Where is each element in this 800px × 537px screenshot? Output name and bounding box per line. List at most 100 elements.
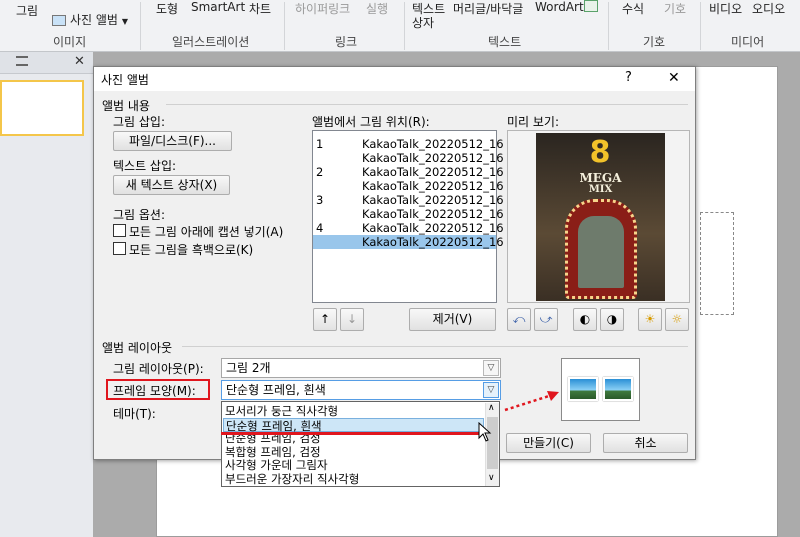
contrast-down-icon: ◑ bbox=[606, 312, 618, 326]
move-down-button[interactable]: ↓ bbox=[340, 308, 364, 331]
caption-checkbox[interactable] bbox=[113, 224, 126, 237]
remove-button[interactable]: 제거(V) bbox=[409, 308, 496, 331]
brightness-up-button[interactable]: ☀ bbox=[638, 308, 662, 331]
album-item-number: 1 bbox=[316, 137, 324, 151]
photo-menu-panel bbox=[578, 216, 624, 288]
frame-option[interactable]: 복합형 프레임, 검정 bbox=[223, 445, 484, 459]
audio-button[interactable]: 오디오 bbox=[752, 0, 785, 17]
group-text: 텍스트 bbox=[488, 35, 522, 49]
photo-sign-text: MEGA bbox=[579, 171, 622, 185]
scroll-down-icon[interactable]: ∨ bbox=[488, 473, 495, 483]
album-content-heading: 앨범 내용 bbox=[102, 99, 150, 113]
symbol-button[interactable]: 기호 bbox=[664, 0, 686, 17]
black-white-checkbox-label: 모든 그림을 흑백으로(K) bbox=[129, 243, 254, 257]
album-list-item[interactable]: KakaoTalk_20220512_16 bbox=[313, 207, 504, 221]
album-list-item[interactable]: 3 KakaoTalk_20220512_16 bbox=[313, 193, 504, 207]
scroll-up-icon[interactable]: ∧ bbox=[488, 403, 495, 413]
group-media: 미디어 bbox=[731, 35, 765, 49]
file-disk-button[interactable]: 파일/디스크(F)... bbox=[113, 131, 232, 151]
picture-options-label: 그림 옵션: bbox=[113, 208, 166, 222]
equation-button[interactable]: 수식 bbox=[622, 0, 644, 17]
action-button[interactable]: 실행 bbox=[366, 0, 388, 17]
wordart-button[interactable]: WordArt bbox=[535, 0, 584, 14]
hyperlink-button[interactable]: 하이퍼링크 bbox=[295, 0, 350, 17]
album-item-filename: KakaoTalk_20220512_16 bbox=[362, 137, 504, 151]
arrow-up-icon: ↑ bbox=[319, 312, 331, 326]
insert-text-label: 텍스트 삽입: bbox=[113, 159, 177, 173]
ribbon: 그림 사진 앨범 ▼ 이미지 도형 SmartArt 차트 일러스트레이션 하이… bbox=[0, 0, 800, 52]
album-item-filename: KakaoTalk_20220512_16 bbox=[362, 235, 504, 249]
brightness-down-button[interactable]: ☼ bbox=[665, 308, 689, 331]
group-links: 링크 bbox=[335, 35, 358, 49]
album-item-filename: KakaoTalk_20220512_16 bbox=[362, 221, 504, 235]
album-item-number: 2 bbox=[316, 165, 324, 179]
picture-layout-value: 그림 2개 bbox=[226, 361, 271, 375]
frame-shape-dropdown[interactable]: 모서리가 둥근 직사각형 단순형 프레임, 흰색 단순형 프레임, 검정 복합형 프레… bbox=[221, 401, 500, 487]
new-textbox-button[interactable]: 새 텍스트 상자(X) bbox=[113, 175, 230, 195]
mouse-cursor-icon bbox=[478, 422, 492, 442]
cancel-button[interactable]: 취소 bbox=[603, 433, 688, 453]
divider bbox=[608, 2, 609, 50]
chart-button[interactable]: 차트 bbox=[249, 0, 271, 17]
frame-shape-label: 프레임 모양(M): bbox=[113, 384, 196, 398]
brightness-down-icon: ☼ bbox=[671, 312, 683, 326]
close-button[interactable]: ✕ bbox=[668, 70, 680, 86]
close-icon[interactable]: ✕ bbox=[74, 54, 85, 69]
caption-checkbox-label: 모든 그림 아래에 캡션 넣기(A) bbox=[129, 225, 284, 239]
frame-option[interactable]: 사각형 가운데 그림자 bbox=[223, 458, 484, 472]
group-illustrations: 일러스트레이션 bbox=[172, 35, 250, 49]
album-item-number: 3 bbox=[316, 193, 324, 207]
outline-tab-icon[interactable] bbox=[16, 56, 28, 66]
photo-album-button[interactable]: 사진 앨범 ▼ bbox=[52, 11, 128, 28]
photo-sign-text2: MIX bbox=[588, 184, 613, 195]
divider bbox=[284, 2, 285, 50]
divider bbox=[166, 104, 688, 105]
album-list-item[interactable]: 2 KakaoTalk_20220512_16 bbox=[313, 165, 504, 179]
album-list-item[interactable]: KakaoTalk_20220512_16 bbox=[313, 235, 504, 249]
picture-layout-select[interactable]: 그림 2개 ▽ bbox=[221, 358, 501, 378]
album-item-filename: KakaoTalk_20220512_16 bbox=[362, 151, 504, 165]
object-icon[interactable] bbox=[584, 0, 598, 12]
album-list-item[interactable]: KakaoTalk_20220512_16 bbox=[313, 179, 504, 193]
album-layout-heading: 앨범 레이아웃 bbox=[102, 341, 173, 355]
video-button[interactable]: 비디오 bbox=[709, 0, 742, 17]
layout-preview-picture bbox=[568, 377, 598, 401]
brightness-up-icon: ☀ bbox=[644, 312, 656, 326]
album-list-label: 앨범에서 그림 위치(R): bbox=[312, 115, 430, 129]
album-item-filename: KakaoTalk_20220512_16 bbox=[362, 179, 504, 193]
album-picture-list[interactable]: 1 KakaoTalk_20220512_16 KakaoTalk_20220512… bbox=[312, 130, 504, 303]
shapes-button[interactable]: 도형 bbox=[156, 0, 178, 17]
photo-album-icon bbox=[52, 15, 66, 26]
placeholder-outline bbox=[700, 212, 734, 315]
smartart-button[interactable]: SmartArt bbox=[191, 0, 245, 14]
move-up-button[interactable]: ↑ bbox=[313, 308, 337, 331]
highlight-underline bbox=[221, 416, 483, 435]
frame-option[interactable]: 부드러운 가장자리 직사각형 bbox=[223, 472, 484, 486]
preview-label: 미리 보기: bbox=[507, 115, 560, 129]
contrast-up-button[interactable]: ◐ bbox=[573, 308, 597, 331]
frame-shape-select[interactable]: 단순형 프레임, 흰색 ▽ bbox=[221, 380, 501, 400]
album-item-filename: KakaoTalk_20220512_16 bbox=[362, 165, 504, 179]
dropdown-scrollbar[interactable]: ∧ ∨ bbox=[485, 403, 499, 486]
contrast-down-button[interactable]: ◑ bbox=[600, 308, 624, 331]
contrast-up-icon: ◐ bbox=[579, 312, 591, 326]
layout-preview-picture bbox=[603, 377, 633, 401]
help-button[interactable]: ? bbox=[625, 70, 632, 85]
album-list-item[interactable]: 1 KakaoTalk_20220512_16 bbox=[313, 137, 504, 151]
header-footer-button[interactable]: 머리글/바닥글 bbox=[453, 0, 523, 17]
picture-button[interactable]: 그림 bbox=[16, 2, 38, 19]
album-item-filename: KakaoTalk_20220512_16 bbox=[362, 193, 504, 207]
black-white-checkbox[interactable] bbox=[113, 242, 126, 255]
insert-picture-label: 그림 삽입: bbox=[113, 115, 166, 129]
album-list-item[interactable]: 4 KakaoTalk_20220512_16 bbox=[313, 221, 504, 235]
photo-menu-board bbox=[565, 199, 637, 299]
slide-thumbnail[interactable] bbox=[0, 80, 84, 136]
album-list-item[interactable]: KakaoTalk_20220512_16 bbox=[313, 151, 504, 165]
annotation-arrow bbox=[504, 391, 559, 412]
rotate-right-button[interactable]: ⤻ bbox=[534, 308, 558, 331]
rotate-left-button[interactable]: ⤺ bbox=[507, 308, 531, 331]
create-button[interactable]: 만들기(C) bbox=[506, 433, 591, 453]
preview-box: 8 MEGA MIX bbox=[507, 130, 690, 303]
textbox-button-line2: 상자 bbox=[412, 16, 435, 30]
chevron-down-icon: ▽ bbox=[483, 382, 499, 398]
